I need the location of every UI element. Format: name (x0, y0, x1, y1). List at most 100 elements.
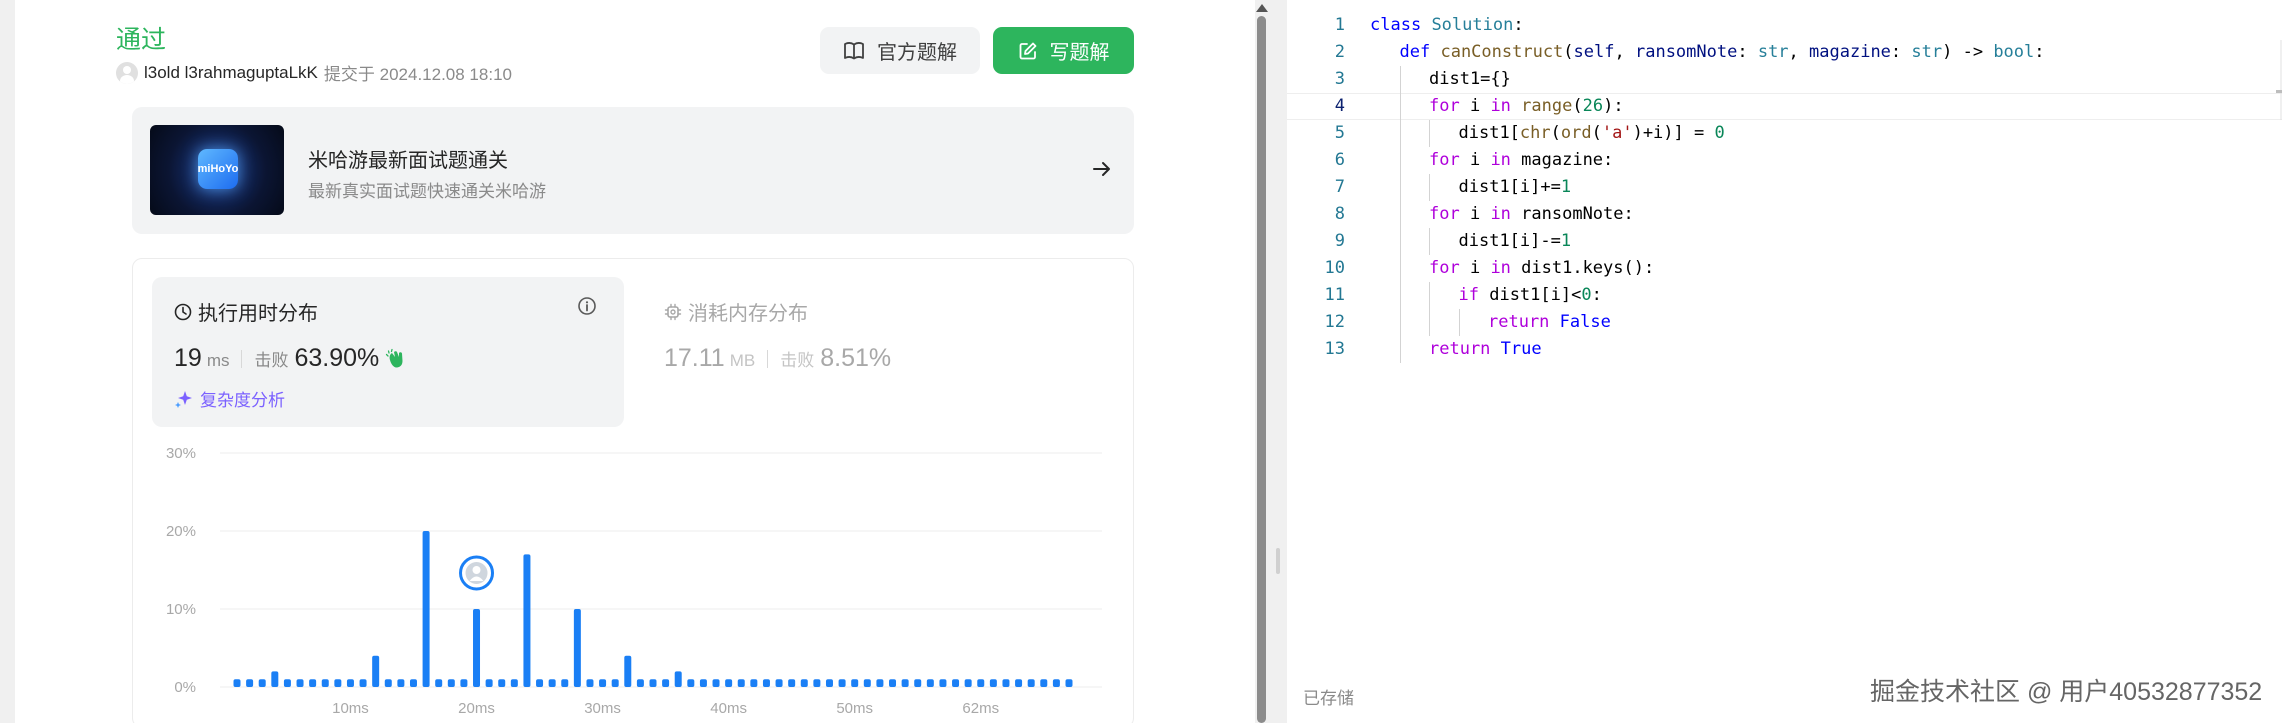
chart-bar[interactable] (586, 679, 594, 687)
chart-bar[interactable] (662, 679, 670, 687)
chart-bar[interactable] (485, 679, 493, 687)
chart-bar[interactable] (1027, 679, 1035, 687)
user-avatar[interactable] (116, 61, 138, 84)
info-icon[interactable] (577, 296, 597, 316)
chart-bar[interactable] (334, 679, 342, 687)
chip-icon (664, 303, 682, 320)
chart-bar[interactable] (952, 679, 960, 687)
indent-guide (1399, 309, 1401, 336)
chart-bar[interactable] (372, 655, 380, 687)
chart-bar[interactable] (636, 679, 644, 687)
chart-bar[interactable] (422, 531, 430, 687)
chart-bar[interactable] (737, 679, 745, 687)
y-tick-label: 10% (166, 601, 196, 618)
chart-bar[interactable] (649, 679, 657, 687)
chart-bar[interactable] (989, 679, 997, 687)
write-solution-button[interactable]: 写题解 (993, 27, 1134, 74)
chart-bar[interactable] (296, 679, 304, 687)
editor-scrollbar[interactable] (2270, 40, 2282, 120)
chart-bar[interactable] (800, 679, 808, 687)
promo-thumbnail: miHoYo (150, 125, 284, 215)
pane-resize-handle[interactable] (1276, 548, 1280, 574)
chart-bar[interactable] (510, 679, 518, 687)
chart-bar[interactable] (447, 679, 455, 687)
chart-bar[interactable] (536, 679, 544, 687)
code-text: return False (1488, 312, 1611, 332)
chart-bar[interactable] (1052, 679, 1060, 687)
chart-bar[interactable] (246, 679, 254, 687)
scrollbar-thumb[interactable] (1257, 16, 1266, 723)
chart-bar[interactable] (762, 679, 770, 687)
chart-bar[interactable] (359, 679, 367, 687)
x-tick-label: 20ms (458, 700, 495, 717)
complexity-analysis-link[interactable]: 复杂度分析 (174, 386, 285, 411)
chart-bar[interactable] (435, 679, 443, 687)
chart-bar[interactable] (889, 679, 897, 687)
runtime-beat-label: 击败 (254, 351, 289, 370)
chart-bar[interactable] (674, 671, 682, 687)
chart-bar[interactable] (926, 679, 934, 687)
chart-bar[interactable] (1065, 679, 1073, 687)
chart-bar[interactable] (561, 679, 569, 687)
arrow-right-icon (1093, 162, 1110, 176)
chart-bar[interactable] (397, 679, 405, 687)
chart-bar[interactable] (914, 679, 922, 687)
line-number: 4 (1334, 96, 1345, 116)
chart-bar[interactable] (725, 679, 733, 687)
chart-bar[interactable] (851, 679, 859, 687)
chart-bar[interactable] (964, 679, 972, 687)
chart-bar[interactable] (750, 679, 758, 687)
chart-bar[interactable] (939, 679, 947, 687)
line-number: 7 (1334, 177, 1345, 197)
chart-bar[interactable] (258, 679, 266, 687)
chart-bar[interactable] (346, 679, 354, 687)
y-tick-label: 0% (174, 679, 196, 696)
chart-bar[interactable] (977, 679, 985, 687)
chart-bar[interactable] (384, 679, 392, 687)
chart-bar[interactable] (838, 679, 846, 687)
line-number: 6 (1334, 150, 1345, 170)
chart-bar[interactable] (876, 679, 884, 687)
memory-value: 17.11 (664, 344, 725, 372)
chart-bar[interactable] (624, 655, 632, 687)
submission-status: 通过 (116, 26, 167, 54)
chart-bar[interactable] (460, 679, 468, 687)
username-link[interactable]: l3old l3rahmaguptaLkK (144, 63, 318, 83)
chart-bar[interactable] (712, 679, 720, 687)
chart-bar[interactable] (573, 609, 581, 687)
chart-bar[interactable] (309, 679, 317, 687)
chart-bar[interactable] (283, 679, 291, 687)
indent-guide (1399, 66, 1401, 93)
code-text: for i in ransomNote: (1429, 204, 1634, 224)
memory-tab[interactable]: 消耗内存分布 (664, 297, 808, 326)
chart-bar[interactable] (611, 679, 619, 687)
chart-bar[interactable] (687, 679, 695, 687)
promo-banner[interactable]: miHoYo 米哈游最新面试题通关 最新真实面试题快速通关米哈游 (132, 107, 1134, 234)
chart-bar[interactable] (863, 679, 871, 687)
chart-bar[interactable] (498, 679, 506, 687)
chart-bar[interactable] (548, 679, 556, 687)
chart-bar[interactable] (825, 679, 833, 687)
chart-bar[interactable] (1015, 679, 1023, 687)
scroll-up-arrow[interactable] (1256, 4, 1268, 12)
chart-bar[interactable] (233, 679, 241, 687)
official-solution-button[interactable]: 官方题解 (820, 27, 980, 74)
chart-bar[interactable] (699, 679, 707, 687)
chart-bar[interactable] (1040, 679, 1048, 687)
sparkle-icon (175, 390, 192, 408)
chart-bar[interactable] (473, 609, 481, 687)
line-number: 11 (1324, 285, 1345, 305)
chart-bar[interactable] (775, 679, 783, 687)
line-number: 9 (1334, 231, 1345, 251)
chart-bar[interactable] (321, 679, 329, 687)
chart-bar[interactable] (813, 679, 821, 687)
chart-bar[interactable] (599, 679, 607, 687)
chart-bar[interactable] (788, 679, 796, 687)
chart-bar[interactable] (409, 679, 417, 687)
chart-bar[interactable] (271, 671, 279, 687)
indent-guide (1399, 255, 1401, 282)
indent-guide (1399, 93, 1401, 120)
chart-bar[interactable] (901, 679, 909, 687)
chart-bar[interactable] (523, 554, 531, 687)
chart-bar[interactable] (1002, 679, 1010, 687)
